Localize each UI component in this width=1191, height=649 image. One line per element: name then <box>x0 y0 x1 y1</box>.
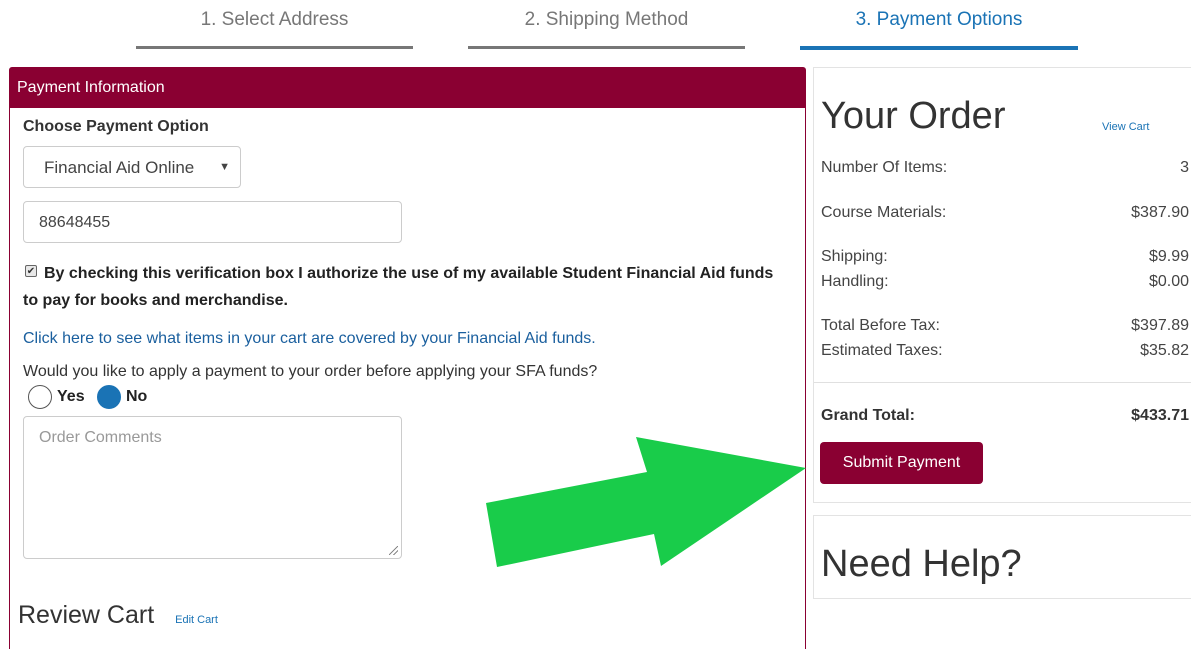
row-value: $9.99 <box>1148 248 1189 265</box>
step-label: 2. Shipping Method <box>524 9 689 30</box>
row-shipping: Shipping: $9.99 <box>821 248 1189 266</box>
payment-option-select[interactable]: Financial Aid Online ▼ <box>23 146 241 188</box>
row-grand-total: Grand Total: $433.71 <box>821 407 1189 425</box>
row-value: 3 <box>1180 159 1189 176</box>
need-help-panel: Need Help? <box>813 515 1191 599</box>
selected-option: Financial Aid Online <box>44 158 195 177</box>
row-estimated-taxes: Estimated Taxes: $35.82 <box>821 342 1189 360</box>
comments-placeholder: Order Comments <box>39 429 162 446</box>
row-course-materials: Course Materials: $387.90 <box>821 204 1189 222</box>
row-handling: Handling: $0.00 <box>821 273 1189 291</box>
panel-header: Payment Information <box>10 68 805 108</box>
step-label: 1. Select Address <box>200 9 349 30</box>
row-value: $35.82 <box>1140 342 1189 359</box>
step-shipping-method[interactable]: 2. Shipping Method <box>468 0 745 52</box>
row-label: Shipping: <box>821 248 888 265</box>
radio-yes[interactable] <box>28 385 52 409</box>
row-label: Total Before Tax: <box>821 317 940 334</box>
apply-payment-question: Would you like to apply a payment to you… <box>23 363 598 380</box>
row-label: Estimated Taxes: <box>821 342 943 359</box>
coverage-link[interactable]: Click here to see what items in your car… <box>23 330 596 348</box>
view-cart-link[interactable]: View Cart <box>1102 121 1149 133</box>
your-order-panel: Your Order View Cart Number Of Items: 3 … <box>813 67 1191 503</box>
help-title: Need Help? <box>821 543 1022 585</box>
chevron-down-icon: ▼ <box>219 161 230 173</box>
edit-cart-link[interactable]: Edit Cart <box>175 614 218 626</box>
order-title: Your Order <box>821 95 1006 137</box>
order-divider <box>814 382 1191 383</box>
row-label: Grand Total: <box>821 407 915 424</box>
review-cart-heading: Review Cart Edit Cart <box>18 601 218 630</box>
order-comments-textarea[interactable]: Order Comments <box>23 416 402 559</box>
choose-payment-label: Choose Payment Option <box>23 118 209 135</box>
step-select-address[interactable]: 1. Select Address <box>136 0 413 52</box>
radio-no-label[interactable]: No <box>126 388 147 406</box>
payment-information-panel: Payment Information Choose Payment Optio… <box>9 67 806 649</box>
review-cart-title: Review Cart <box>18 601 155 629</box>
row-total-before-tax: Total Before Tax: $397.89 <box>821 317 1189 335</box>
row-label: Handling: <box>821 273 889 290</box>
row-number-of-items: Number Of Items: 3 <box>821 159 1189 177</box>
verification-text: By checking this verification box I auth… <box>23 265 774 309</box>
step-bar <box>136 46 413 49</box>
submit-payment-button[interactable]: Submit Payment <box>820 442 983 484</box>
row-value: $433.71 <box>1131 407 1189 424</box>
step-bar <box>468 46 745 49</box>
radio-no[interactable] <box>97 385 121 409</box>
account-number-input[interactable]: 88648455 <box>23 201 402 243</box>
resize-grip-icon[interactable] <box>389 546 398 555</box>
step-label: 3. Payment Options <box>855 9 1023 30</box>
row-label: Number Of Items: <box>821 159 948 176</box>
row-value: $387.90 <box>1131 204 1189 221</box>
row-label: Course Materials: <box>821 204 947 221</box>
radio-yes-label[interactable]: Yes <box>57 388 85 406</box>
step-payment-options[interactable]: 3. Payment Options <box>800 0 1078 52</box>
step-bar-active <box>800 46 1078 50</box>
row-value: $0.00 <box>1148 273 1189 290</box>
row-value: $397.89 <box>1131 317 1189 334</box>
